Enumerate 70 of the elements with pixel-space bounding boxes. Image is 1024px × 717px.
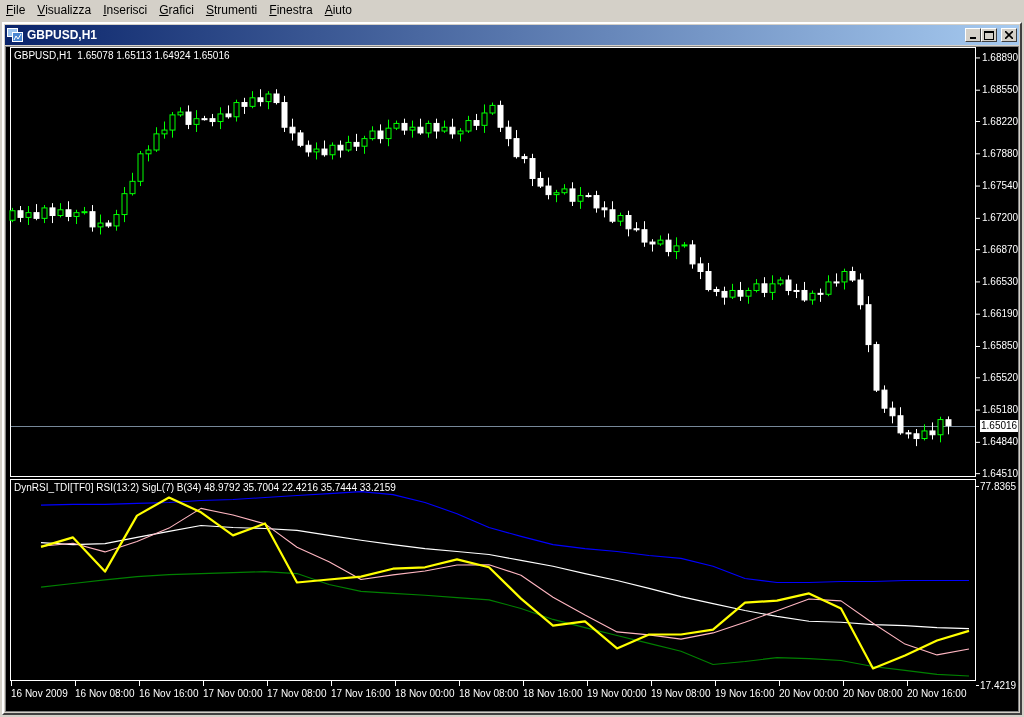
candlestick <box>97 214 104 235</box>
candlestick <box>233 99 240 123</box>
menu-item[interactable]: Finestra <box>264 0 320 21</box>
indicator-header: DynRSI_TDI[TF0] RSI(13:2) SigL(7) B(34) 48.9792 35.7004 22.4216 35.7444 33.2159 <box>14 482 396 494</box>
candlestick <box>89 204 96 233</box>
time-axis-label: 19 Nov 00:00 <box>587 688 647 700</box>
close-button[interactable] <box>1001 28 1017 42</box>
window-title: GBPUSD,H1 <box>27 27 97 44</box>
chart-header: GBPUSD,H1 1.65078 1.65113 1.64924 1.65016 <box>14 50 230 62</box>
candlestick <box>937 416 944 443</box>
candlestick <box>193 109 200 133</box>
price-axis-label: 1.65180 <box>982 404 1018 417</box>
price-axis-label: 1.66870 <box>982 243 1018 256</box>
candlestick <box>577 186 584 210</box>
candlestick <box>25 205 32 226</box>
price-axis-label: 1.67540 <box>982 180 1018 193</box>
candlestick <box>217 106 224 130</box>
price-axis-label: 1.65850 <box>982 340 1018 353</box>
time-axis-label: 18 Nov 00:00 <box>395 688 455 700</box>
time-axis-label: 16 Nov 16:00 <box>139 688 199 700</box>
menu-item[interactable]: Aiuto <box>319 0 360 21</box>
menu-item[interactable]: Inserisci <box>98 0 155 21</box>
price-axis-label: 1.68220 <box>982 115 1018 128</box>
maximize-button[interactable] <box>981 28 997 42</box>
candlestick <box>825 274 832 297</box>
price-axis-label: 1.65520 <box>982 371 1018 384</box>
close-icon <box>1005 31 1013 39</box>
price-axis-label: 1.67200 <box>982 212 1018 225</box>
time-axis-label: 17 Nov 08:00 <box>267 688 327 700</box>
indicator-scale-label: 77.8365 <box>980 480 1017 493</box>
time-axis-label: 19 Nov 16:00 <box>715 688 775 700</box>
time-axis-label: 17 Nov 16:00 <box>331 688 391 700</box>
candlestick <box>433 118 440 140</box>
candlestick <box>665 233 672 257</box>
time-axis-label: 20 Nov 16:00 <box>907 688 967 700</box>
price-axis-label: 1.64840 <box>982 436 1018 449</box>
menu-item[interactable]: File <box>1 0 33 21</box>
time-axis-label: 18 Nov 16:00 <box>523 688 583 700</box>
price-axis-label: 1.66530 <box>982 275 1018 288</box>
chart-window-icon <box>7 28 23 42</box>
menu-item[interactable]: Grafici <box>154 0 201 21</box>
price-axis-label: 1.64510 <box>982 467 1018 480</box>
time-axis-label: 20 Nov 00:00 <box>779 688 839 700</box>
candlestick <box>185 104 192 130</box>
candlestick <box>65 200 72 222</box>
price-axis-label: 1.67880 <box>982 147 1018 160</box>
menu-item[interactable]: Visualizza <box>32 0 99 21</box>
candlestick <box>449 118 456 140</box>
candlestick <box>569 181 576 207</box>
price-axis-label: 1.68550 <box>982 84 1018 97</box>
time-axis-label: 18 Nov 08:00 <box>459 688 519 700</box>
time-axis-label: 20 Nov 08:00 <box>843 688 903 700</box>
maximize-icon <box>984 30 994 40</box>
candlestick <box>737 281 744 302</box>
candlestick <box>377 123 384 144</box>
time-axis-label: 16 Nov 2009 <box>11 688 68 700</box>
indicator-scale-label: 17.4219 <box>980 679 1017 692</box>
time-axis-label: 16 Nov 08:00 <box>75 688 135 700</box>
candlestick <box>265 90 272 110</box>
candlestick <box>41 204 48 224</box>
candlestick <box>841 268 848 291</box>
menu-item[interactable]: Strumenti <box>200 0 265 21</box>
price-axis-label: 1.66190 <box>982 308 1018 321</box>
candlestick <box>761 276 768 298</box>
price-axis-label: 1.68890 <box>982 51 1018 64</box>
candlestick <box>49 202 56 224</box>
time-axis-label: 17 Nov 00:00 <box>203 688 263 700</box>
current-price-label: 1.65016 <box>980 420 1018 432</box>
time-axis-label: 19 Nov 08:00 <box>651 688 711 700</box>
minimize-button[interactable] <box>965 28 981 42</box>
